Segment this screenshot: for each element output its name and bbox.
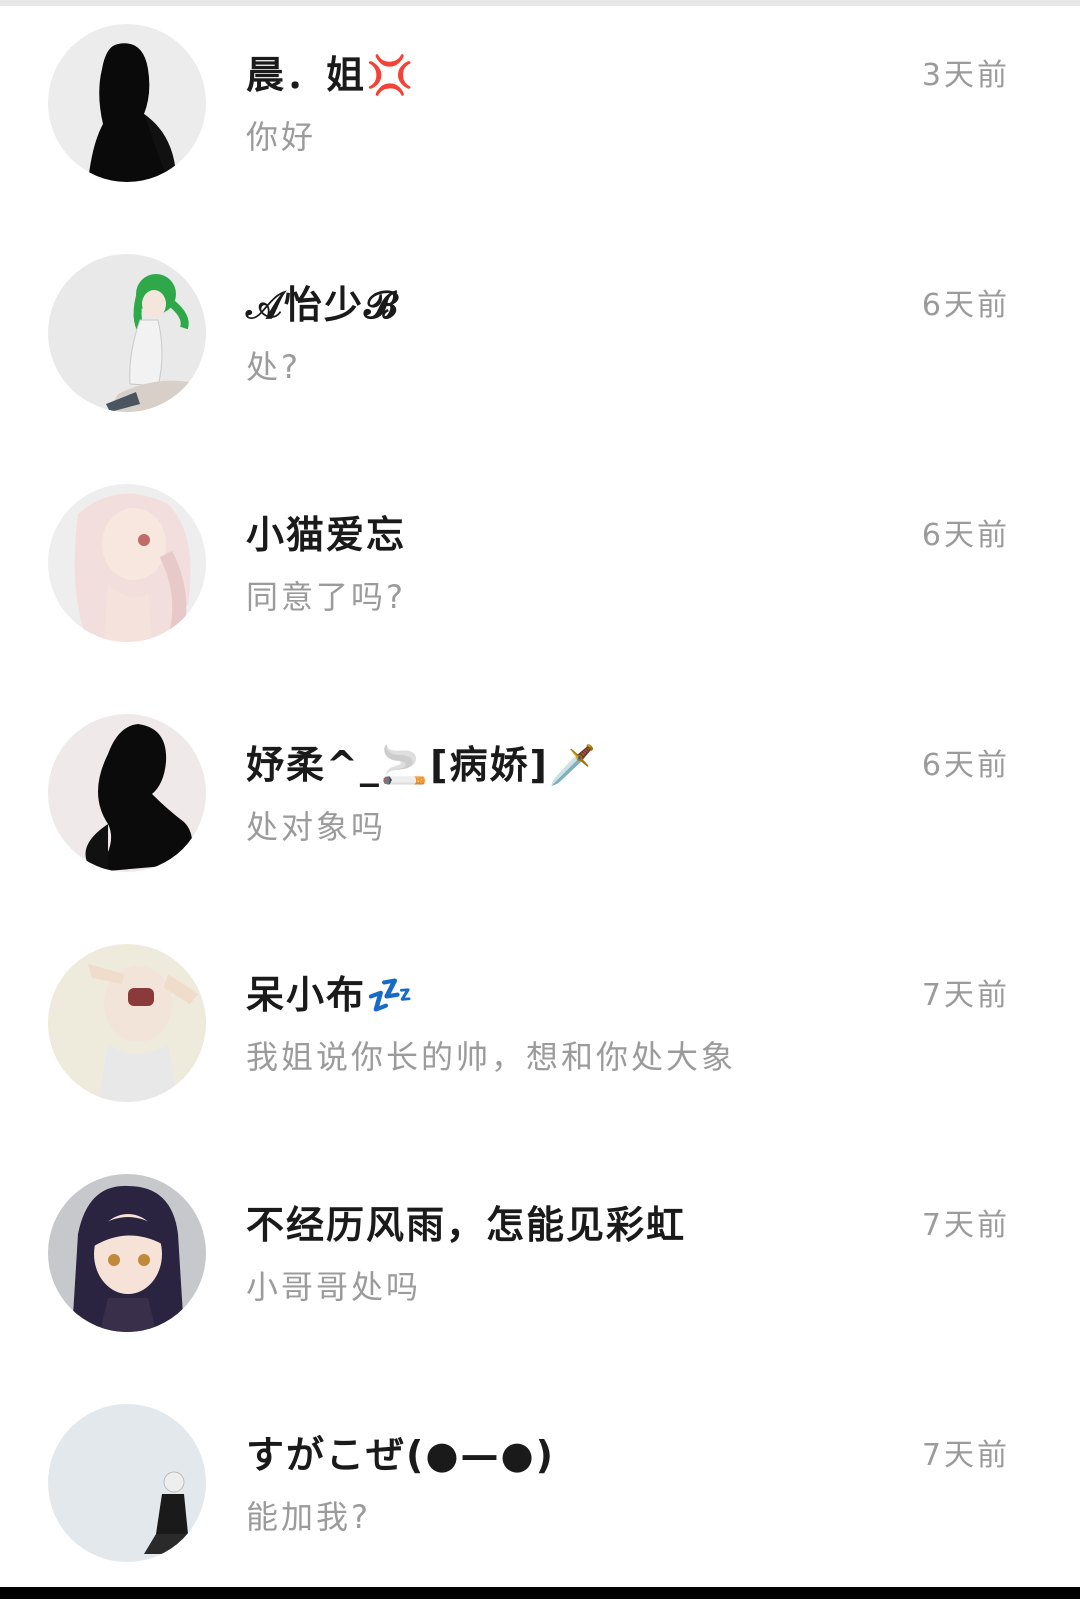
contact-name: 不经历风雨，怎能见彩虹 [246, 1203, 687, 1247]
last-message: 处? [246, 348, 301, 386]
last-message: 小哥哥处吗 [246, 1268, 422, 1306]
avatar[interactable] [48, 1174, 206, 1332]
conversation-item[interactable]: すがこぜ(●—●) 能加我? 7天前 [0, 1380, 1080, 1610]
last-message: 我姐说你长的帅，想和你处大象 [246, 1038, 737, 1076]
last-message: 能加我? [246, 1498, 371, 1536]
message-time: 6天前 [921, 288, 1010, 323]
avatar[interactable] [48, 254, 206, 412]
avatar[interactable] [48, 714, 206, 872]
avatar[interactable] [48, 944, 206, 1102]
contact-name: 晨．姐💢 [246, 53, 416, 97]
conversation-item[interactable]: 呆小布💤 我姐说你长的帅，想和你处大象 7天前 [0, 920, 1080, 1150]
contact-name: 小猫爱忘 [246, 513, 407, 557]
avatar[interactable] [48, 1404, 206, 1562]
contact-name: 妤柔^_🚬[病娇]🗡️ [246, 743, 599, 787]
message-time: 6天前 [921, 518, 1010, 553]
conversation-item[interactable]: 不经历风雨，怎能见彩虹 小哥哥处吗 7天前 [0, 1150, 1080, 1380]
bottom-edge [0, 1587, 1080, 1599]
last-message: 处对象吗 [246, 808, 387, 846]
conversation-item[interactable]: 𝒜怡少𝓑 处? 6天前 [0, 230, 1080, 460]
last-message: 你好 [246, 118, 317, 156]
message-time: 7天前 [921, 978, 1010, 1013]
conversation-item[interactable]: 晨．姐💢 你好 3天前 [0, 0, 1080, 230]
contact-name: すがこぜ(●—●) [246, 1433, 556, 1477]
avatar[interactable] [48, 24, 206, 182]
contact-name: 𝒜怡少𝓑 [246, 283, 400, 327]
message-time: 7天前 [921, 1208, 1010, 1243]
contact-name: 呆小布💤 [246, 973, 416, 1017]
avatar[interactable] [48, 484, 206, 642]
conversation-item[interactable]: 妤柔^_🚬[病娇]🗡️ 处对象吗 6天前 [0, 690, 1080, 920]
message-time: 6天前 [921, 748, 1010, 783]
message-time: 7天前 [921, 1438, 1010, 1473]
message-time: 3天前 [921, 58, 1010, 93]
last-message: 同意了吗? [246, 578, 406, 616]
conversation-item[interactable]: 小猫爱忘 同意了吗? 6天前 [0, 460, 1080, 690]
